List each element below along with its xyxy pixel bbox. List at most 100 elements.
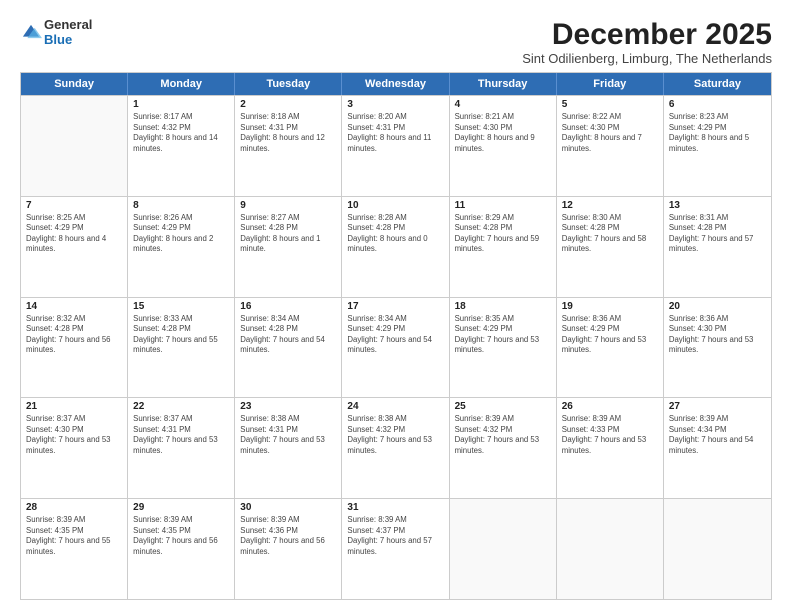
calendar-cell: 13Sunrise: 8:31 AM Sunset: 4:28 PM Dayli…: [664, 197, 771, 297]
cell-info: Sunrise: 8:22 AM Sunset: 4:30 PM Dayligh…: [562, 112, 658, 154]
cell-date: 17: [347, 301, 443, 312]
day-header-monday: Monday: [128, 73, 235, 95]
calendar-cell: 30Sunrise: 8:39 AM Sunset: 4:36 PM Dayli…: [235, 499, 342, 599]
cell-info: Sunrise: 8:39 AM Sunset: 4:35 PM Dayligh…: [26, 515, 122, 557]
location-subtitle: Sint Odilienberg, Limburg, The Netherlan…: [522, 51, 772, 66]
cell-date: 15: [133, 301, 229, 312]
calendar-row-2: 7Sunrise: 8:25 AM Sunset: 4:29 PM Daylig…: [21, 196, 771, 297]
calendar: SundayMondayTuesdayWednesdayThursdayFrid…: [20, 72, 772, 600]
cell-date: 6: [669, 99, 766, 110]
calendar-cell: 24Sunrise: 8:38 AM Sunset: 4:32 PM Dayli…: [342, 398, 449, 498]
cell-info: Sunrise: 8:39 AM Sunset: 4:37 PM Dayligh…: [347, 515, 443, 557]
cell-date: 10: [347, 200, 443, 211]
logo-text: General Blue: [44, 18, 92, 48]
cell-date: 27: [669, 401, 766, 412]
cell-info: Sunrise: 8:39 AM Sunset: 4:34 PM Dayligh…: [669, 414, 766, 456]
calendar-cell: 21 Sunrise: 8:37 AM Sunset: 4:30 PM Dayli…: [21, 398, 128, 498]
logo-general: General: [44, 18, 92, 33]
day-header-saturday: Saturday: [664, 73, 771, 95]
cell-date: 21: [26, 401, 122, 412]
cell-info: Sunrise: 8:37 AM Sunset: 4:31 PM Dayligh…: [133, 414, 229, 456]
calendar-cell: 4 Sunrise: 8:21 AM Sunset: 4:30 PM Daylig…: [450, 96, 557, 196]
calendar-cell: 25 Sunrise: 8:39 AM Sunset: 4:32 PM Dayli…: [450, 398, 557, 498]
logo: General Blue: [20, 18, 92, 48]
cell-date: 8: [133, 200, 229, 211]
calendar-cell: 2 Sunrise: 8:18 AM Sunset: 4:31 PM Daylig…: [235, 96, 342, 196]
calendar-cell: 26 Sunrise: 8:39 AM Sunset: 4:33 PM Dayli…: [557, 398, 664, 498]
calendar-row-3: 14Sunrise: 8:32 AM Sunset: 4:28 PM Dayli…: [21, 297, 771, 398]
cell-date: 9: [240, 200, 336, 211]
cell-date: 22: [133, 401, 229, 412]
cell-date: 1: [133, 99, 229, 110]
calendar-cell: 11Sunrise: 8:29 AM Sunset: 4:28 PM Dayli…: [450, 197, 557, 297]
calendar-cell: [21, 96, 128, 196]
cell-date: 12: [562, 200, 658, 211]
cell-date: 20: [669, 301, 766, 312]
cell-date: 29: [133, 502, 229, 513]
calendar-cell: 31Sunrise: 8:39 AM Sunset: 4:37 PM Dayli…: [342, 499, 449, 599]
calendar-cell: 18 Sunrise: 8:35 AM Sunset: 4:29 PM Dayli…: [450, 298, 557, 398]
cell-date: 18: [455, 301, 551, 312]
cell-info: Sunrise: 8:38 AM Sunset: 4:32 PM Dayligh…: [347, 414, 443, 456]
logo-blue: Blue: [44, 33, 92, 48]
cell-info: Sunrise: 8:21 AM Sunset: 4:30 PM Dayligh…: [455, 112, 551, 154]
cell-info: Sunrise: 8:36 AM Sunset: 4:29 PM Dayligh…: [562, 314, 658, 356]
cell-info: Sunrise: 8:35 AM Sunset: 4:29 PM Dayligh…: [455, 314, 551, 356]
calendar-cell: 3Sunrise: 8:20 AM Sunset: 4:31 PM Daylig…: [342, 96, 449, 196]
calendar-cell: 7Sunrise: 8:25 AM Sunset: 4:29 PM Daylig…: [21, 197, 128, 297]
cell-date: 4: [455, 99, 551, 110]
calendar-cell: 20Sunrise: 8:36 AM Sunset: 4:30 PM Dayli…: [664, 298, 771, 398]
day-header-sunday: Sunday: [21, 73, 128, 95]
calendar-cell: 29 Sunrise: 8:39 AM Sunset: 4:35 PM Dayli…: [128, 499, 235, 599]
calendar-cell: 8Sunrise: 8:26 AM Sunset: 4:29 PM Daylig…: [128, 197, 235, 297]
cell-date: 2: [240, 99, 336, 110]
cell-date: 26: [562, 401, 658, 412]
day-header-tuesday: Tuesday: [235, 73, 342, 95]
cell-info: Sunrise: 8:39 AM Sunset: 4:32 PM Dayligh…: [455, 414, 551, 456]
cell-date: 25: [455, 401, 551, 412]
cell-info: Sunrise: 8:20 AM Sunset: 4:31 PM Dayligh…: [347, 112, 443, 154]
calendar-cell: 15 Sunrise: 8:33 AM Sunset: 4:28 PM Dayli…: [128, 298, 235, 398]
cell-date: 23: [240, 401, 336, 412]
calendar-row-1: 1 Sunrise: 8:17 AM Sunset: 4:32 PM Daylig…: [21, 95, 771, 196]
cell-info: Sunrise: 8:18 AM Sunset: 4:31 PM Dayligh…: [240, 112, 336, 154]
cell-info: Sunrise: 8:17 AM Sunset: 4:32 PM Dayligh…: [133, 112, 229, 154]
calendar-row-5: 28 Sunrise: 8:39 AM Sunset: 4:35 PM Dayli…: [21, 498, 771, 599]
calendar-cell: [664, 499, 771, 599]
cell-date: 30: [240, 502, 336, 513]
cell-info: Sunrise: 8:30 AM Sunset: 4:28 PM Dayligh…: [562, 213, 658, 255]
cell-info: Sunrise: 8:37 AM Sunset: 4:30 PM Dayligh…: [26, 414, 122, 456]
calendar-body: 1 Sunrise: 8:17 AM Sunset: 4:32 PM Daylig…: [21, 95, 771, 599]
calendar-cell: 1 Sunrise: 8:17 AM Sunset: 4:32 PM Daylig…: [128, 96, 235, 196]
cell-info: Sunrise: 8:33 AM Sunset: 4:28 PM Dayligh…: [133, 314, 229, 356]
calendar-cell: [557, 499, 664, 599]
header: General Blue December 2025 Sint Odilienb…: [20, 18, 772, 66]
cell-date: 19: [562, 301, 658, 312]
page: General Blue December 2025 Sint Odilienb…: [0, 0, 792, 612]
calendar-cell: 5Sunrise: 8:22 AM Sunset: 4:30 PM Daylig…: [557, 96, 664, 196]
cell-date: 13: [669, 200, 766, 211]
calendar-cell: 19 Sunrise: 8:36 AM Sunset: 4:29 PM Dayli…: [557, 298, 664, 398]
calendar-cell: 23 Sunrise: 8:38 AM Sunset: 4:31 PM Dayli…: [235, 398, 342, 498]
day-header-thursday: Thursday: [450, 73, 557, 95]
calendar-cell: 16 Sunrise: 8:34 AM Sunset: 4:28 PM Dayli…: [235, 298, 342, 398]
cell-info: Sunrise: 8:28 AM Sunset: 4:28 PM Dayligh…: [347, 213, 443, 255]
calendar-cell: 22 Sunrise: 8:37 AM Sunset: 4:31 PM Dayli…: [128, 398, 235, 498]
cell-date: 16: [240, 301, 336, 312]
cell-date: 28: [26, 502, 122, 513]
calendar-header: SundayMondayTuesdayWednesdayThursdayFrid…: [21, 73, 771, 95]
calendar-cell: 28 Sunrise: 8:39 AM Sunset: 4:35 PM Dayli…: [21, 499, 128, 599]
cell-date: 11: [455, 200, 551, 211]
calendar-row-4: 21 Sunrise: 8:37 AM Sunset: 4:30 PM Dayli…: [21, 397, 771, 498]
cell-info: Sunrise: 8:34 AM Sunset: 4:28 PM Dayligh…: [240, 314, 336, 356]
cell-info: Sunrise: 8:39 AM Sunset: 4:35 PM Dayligh…: [133, 515, 229, 557]
day-header-wednesday: Wednesday: [342, 73, 449, 95]
calendar-cell: 9 Sunrise: 8:27 AM Sunset: 4:28 PM Daylig…: [235, 197, 342, 297]
cell-info: Sunrise: 8:38 AM Sunset: 4:31 PM Dayligh…: [240, 414, 336, 456]
cell-info: Sunrise: 8:39 AM Sunset: 4:33 PM Dayligh…: [562, 414, 658, 456]
cell-info: Sunrise: 8:27 AM Sunset: 4:28 PM Dayligh…: [240, 213, 336, 255]
calendar-cell: [450, 499, 557, 599]
day-header-friday: Friday: [557, 73, 664, 95]
logo-icon: [20, 22, 42, 44]
calendar-cell: 10 Sunrise: 8:28 AM Sunset: 4:28 PM Dayli…: [342, 197, 449, 297]
